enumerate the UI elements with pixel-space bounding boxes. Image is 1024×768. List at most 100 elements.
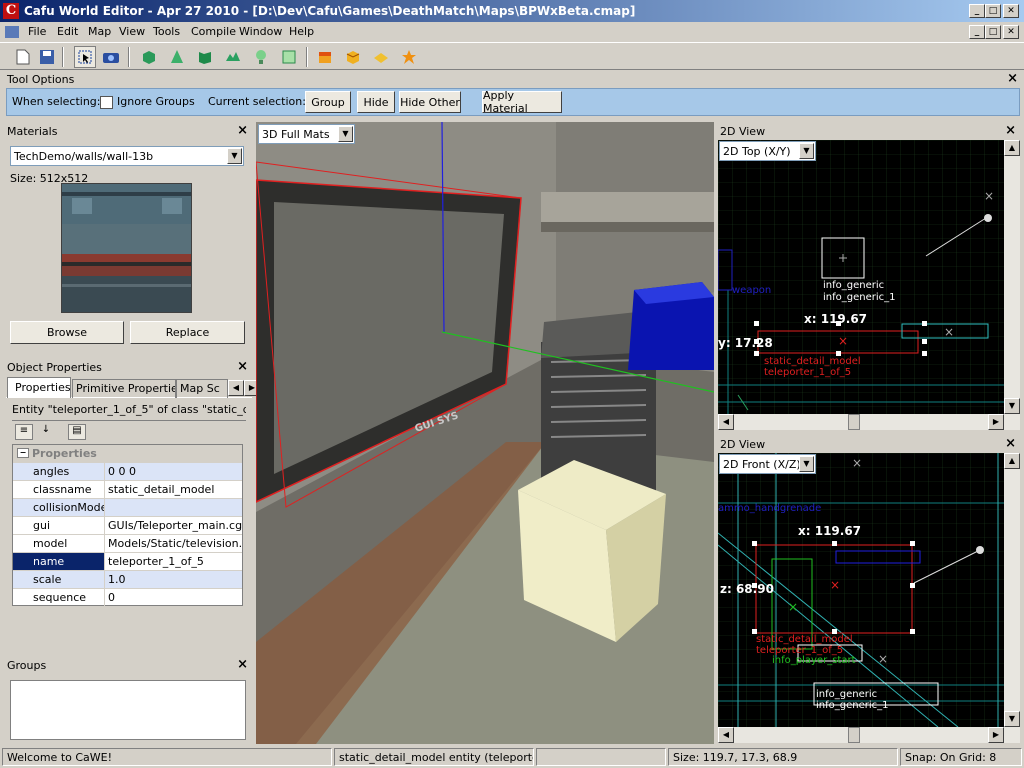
close-icon[interactable]: × (1005, 123, 1016, 138)
scroll-left-icon[interactable]: ◀ (718, 727, 734, 743)
property-row-angles[interactable]: angles 0 0 0 (13, 463, 242, 481)
material-tool-icon[interactable] (314, 46, 336, 68)
close-icon[interactable]: × (237, 123, 248, 138)
apply-material-button[interactable]: Apply Material (482, 89, 562, 115)
selection-tool-icon[interactable] (74, 46, 96, 68)
property-value[interactable] (105, 499, 242, 516)
property-row-gui[interactable]: gui GUIs/Teleporter_main.cgui (13, 517, 242, 535)
tab-scroll-left-icon[interactable]: ◀ (228, 380, 244, 396)
x-coordinate-readout: x: 119.67 (804, 312, 868, 326)
scroll-thumb[interactable] (848, 727, 860, 743)
2d-front-vertical-scrollbar[interactable]: ▲ ▼ (1004, 453, 1020, 727)
property-row-scale[interactable]: scale 1.0 (13, 571, 242, 589)
groups-list[interactable] (10, 680, 246, 740)
property-row-sequence[interactable]: sequence 0 (13, 589, 242, 607)
new-terrain-icon[interactable] (222, 46, 244, 68)
status-spacer (536, 748, 666, 766)
2d-front-mode-value: 2D Front (X/Z) (723, 458, 801, 471)
toolbar (0, 42, 1024, 70)
maximize-button[interactable]: □ (985, 4, 1001, 18)
menu-file[interactable]: File (28, 25, 46, 38)
scroll-up-icon[interactable]: ▲ (1004, 140, 1020, 156)
property-row-collisionmodel[interactable]: collisionModel (13, 499, 242, 517)
property-value[interactable]: GUIs/Teleporter_main.cgui (105, 517, 242, 534)
tab-properties[interactable]: Properties (7, 377, 71, 398)
property-value[interactable]: static_detail_model (105, 481, 242, 498)
view-mode-select[interactable]: 3D Full Mats ▼ (258, 124, 355, 144)
2d-top-horizontal-scrollbar[interactable]: ◀ ▶ (718, 414, 1020, 430)
property-toolbar: ≡ ↓ ▤ (12, 420, 246, 442)
new-brush-icon[interactable] (138, 46, 160, 68)
texture-browser-icon[interactable] (342, 46, 364, 68)
property-row-model[interactable]: modelModels/Static/television.ase (13, 535, 242, 553)
material-select[interactable]: TechDemo/walls/wall-13b ▼ (10, 146, 244, 166)
property-key: scale (13, 571, 105, 588)
minimize-button[interactable]: _ (969, 4, 985, 18)
property-value[interactable]: 1.0 (105, 571, 242, 588)
browse-button[interactable]: Browse (10, 321, 124, 344)
sort-alphabetic-icon[interactable]: ↓ (37, 424, 55, 440)
3d-viewport[interactable]: GUI SYS 3D Full Mats ▼ (256, 122, 714, 744)
property-value[interactable]: 0 0 0 (105, 463, 242, 480)
2d-front-mode-select[interactable]: 2D Front (X/Z) ▼ (719, 454, 816, 474)
save-icon[interactable] (36, 46, 58, 68)
property-value[interactable]: 0 (105, 589, 242, 606)
y-coordinate-readout: y: 17.28 (718, 336, 773, 350)
2d-view-front-canvas[interactable]: × × × × static_detail_model teleporter_1… (718, 453, 1004, 727)
menu-view[interactable]: View (119, 25, 145, 38)
hide-button[interactable]: Hide (357, 91, 395, 113)
collapse-icon[interactable]: − (17, 448, 29, 458)
2d-front-horizontal-scrollbar[interactable]: ◀ ▶ (718, 727, 1020, 743)
scroll-down-icon[interactable]: ▼ (1004, 398, 1020, 414)
property-group-header[interactable]: − Properties (13, 445, 242, 463)
child-restore-button[interactable]: □ (985, 25, 1001, 39)
replace-button[interactable]: Replace (130, 321, 245, 344)
close-icon[interactable]: × (1007, 71, 1018, 86)
close-button[interactable]: ✕ (1003, 4, 1019, 18)
close-icon[interactable]: × (237, 359, 248, 374)
camera-icon[interactable] (100, 46, 122, 68)
menu-compile[interactable]: Compile (191, 25, 236, 38)
material-texture-image (62, 184, 191, 312)
tab-map-script[interactable]: Map Sc (176, 379, 228, 398)
close-icon[interactable]: × (1005, 436, 1016, 451)
scroll-thumb[interactable] (848, 414, 860, 430)
close-icon[interactable]: × (237, 657, 248, 672)
property-key: sequence (13, 589, 105, 606)
menu-help[interactable]: Help (289, 25, 314, 38)
menu-map[interactable]: Map (88, 25, 111, 38)
new-bezier-patch-icon[interactable] (194, 46, 216, 68)
new-light-icon[interactable] (250, 46, 272, 68)
menu-edit[interactable]: Edit (57, 25, 78, 38)
2d-top-vertical-scrollbar[interactable]: ▲ ▼ (1004, 140, 1020, 414)
property-value[interactable]: teleporter_1_of_5 (105, 553, 242, 570)
group-button[interactable]: Group (305, 91, 351, 113)
new-entity-icon[interactable] (166, 46, 188, 68)
property-value[interactable]: Models/Static/television.ase (105, 535, 242, 552)
new-file-icon[interactable] (12, 46, 34, 68)
2d-top-mode-select[interactable]: 2D Top (X/Y) ▼ (719, 141, 816, 161)
scroll-down-icon[interactable]: ▼ (1004, 711, 1020, 727)
categorized-icon[interactable]: ≡ (15, 424, 33, 440)
property-pages-icon[interactable]: ▤ (68, 424, 86, 440)
scroll-up-icon[interactable]: ▲ (1004, 453, 1020, 469)
apply-texture-icon[interactable] (370, 46, 392, 68)
ignore-groups-checkbox[interactable] (100, 96, 113, 109)
edit-vertices-icon[interactable] (278, 46, 300, 68)
property-row-classname[interactable]: classname static_detail_model (13, 481, 242, 499)
replace-texture-icon[interactable] (398, 46, 420, 68)
menu-tools[interactable]: Tools (153, 25, 180, 38)
hide-other-button[interactable]: Hide Other (399, 91, 461, 113)
menu-window[interactable]: Window (239, 25, 282, 38)
2d-view-top-canvas[interactable]: × × × info_generic info_generic_1 static… (718, 140, 1004, 414)
scroll-right-icon[interactable]: ▶ (988, 727, 1004, 743)
property-row-name[interactable]: name teleporter_1_of_5 (13, 553, 242, 571)
chevron-down-icon: ▼ (799, 143, 814, 159)
tab-primitive-properties[interactable]: Primitive Properties (72, 379, 176, 398)
3d-scene: GUI SYS (256, 122, 714, 744)
scroll-left-icon[interactable]: ◀ (718, 414, 734, 430)
scroll-right-icon[interactable]: ▶ (988, 414, 1004, 430)
2d-view-top-header: 2D View × (716, 122, 1022, 140)
child-minimize-button[interactable]: _ (969, 25, 985, 39)
child-close-button[interactable]: ✕ (1003, 25, 1019, 39)
